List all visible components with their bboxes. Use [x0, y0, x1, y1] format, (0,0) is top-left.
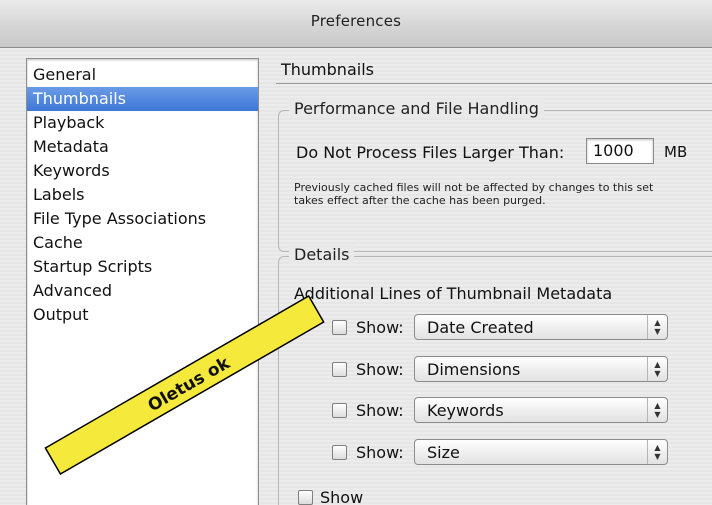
sidebar-item-file-type-associations[interactable]: File Type Associations: [27, 207, 258, 231]
max-file-size-unit: MB: [664, 143, 688, 161]
up-down-arrows-icon: ▲ ▼: [647, 315, 667, 339]
show-label-4: Show:: [356, 443, 404, 462]
show-checkbox-2[interactable]: [332, 362, 347, 377]
sidebar-item-keywords[interactable]: Keywords: [27, 159, 258, 183]
window-title: Preferences: [310, 12, 402, 30]
max-file-size-label: Do Not Process Files Larger Than:: [296, 143, 565, 162]
show-checkbox-1[interactable]: [332, 320, 347, 335]
pane-divider: [276, 83, 712, 84]
up-down-arrows-icon: ▲ ▼: [647, 440, 667, 464]
metadata-lines-heading: Additional Lines of Thumbnail Metadata: [294, 284, 613, 303]
sidebar-item-advanced[interactable]: Advanced: [27, 279, 258, 303]
cache-note: Previously cached files will not be affe…: [294, 181, 712, 207]
title-bar[interactable]: Preferences: [0, 0, 712, 48]
metadata-popup-2[interactable]: Dimensions ▲ ▼: [414, 356, 668, 382]
sidebar-item-cache[interactable]: Cache: [27, 231, 258, 255]
sidebar-item-thumbnails[interactable]: Thumbnails: [27, 87, 258, 111]
show-label-1: Show:: [356, 318, 404, 337]
metadata-popup-value-2: Dimensions: [427, 360, 521, 379]
show-label-3: Show:: [356, 401, 404, 420]
preferences-window: Preferences General Thumbnails Playback …: [0, 0, 712, 505]
performance-group-legend: Performance and File Handling: [289, 99, 544, 118]
cache-note-line-2: takes effect after the cache has been pu…: [294, 194, 546, 207]
metadata-popup-4[interactable]: Size ▲ ▼: [414, 439, 668, 465]
sidebar-item-playback[interactable]: Playback: [27, 111, 258, 135]
max-file-size-input[interactable]: [586, 138, 654, 164]
cache-note-line-1: Previously cached files will not be affe…: [294, 181, 654, 194]
sidebar-item-metadata[interactable]: Metadata: [27, 135, 258, 159]
sidebar-item-general[interactable]: General: [27, 63, 258, 87]
details-group-legend: Details: [289, 245, 355, 264]
show-tooltips-checkbox[interactable]: [298, 490, 313, 505]
up-down-arrows-icon: ▲ ▼: [647, 398, 667, 422]
show-label-2: Show:: [356, 360, 404, 379]
sidebar-item-output[interactable]: Output: [27, 303, 258, 327]
sidebar-item-labels[interactable]: Labels: [27, 183, 258, 207]
metadata-popup-3[interactable]: Keywords ▲ ▼: [414, 397, 668, 423]
show-checkbox-3[interactable]: [332, 403, 347, 418]
show-checkbox-4[interactable]: [332, 445, 347, 460]
show-tooltips-label: Show Tooltips: [320, 488, 364, 505]
metadata-popup-value-1: Date Created: [427, 318, 534, 337]
metadata-popup-1[interactable]: Date Created ▲ ▼: [414, 314, 668, 340]
up-down-arrows-icon: ▲ ▼: [647, 357, 667, 381]
metadata-popup-value-3: Keywords: [427, 401, 504, 420]
category-list[interactable]: General Thumbnails Playback Metadata Key…: [26, 58, 259, 505]
sidebar-item-startup-scripts[interactable]: Startup Scripts: [27, 255, 258, 279]
pane-title: Thumbnails: [281, 60, 374, 79]
metadata-popup-value-4: Size: [427, 443, 460, 462]
